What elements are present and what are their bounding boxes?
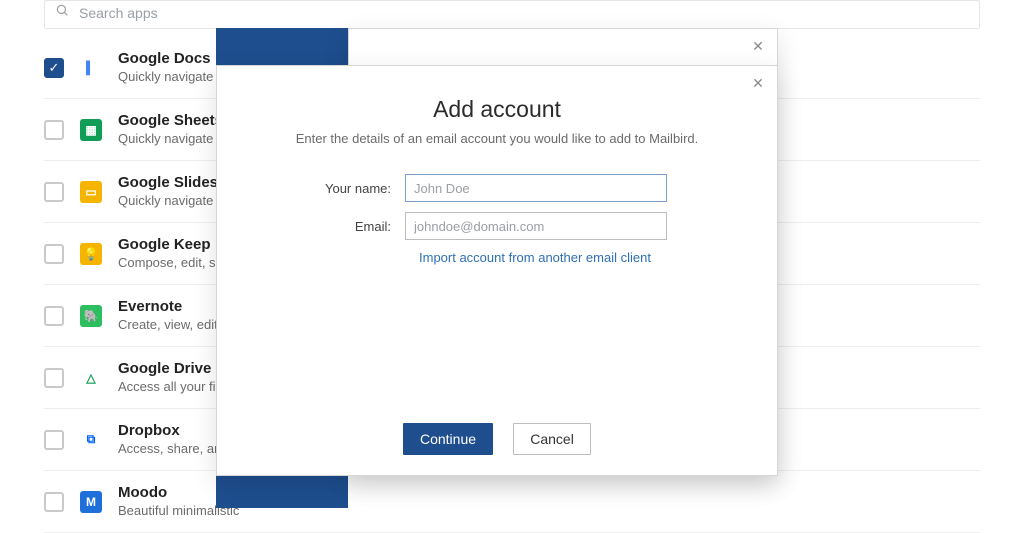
app-checkbox[interactable] <box>44 492 64 512</box>
app-checkbox[interactable] <box>44 244 64 264</box>
cancel-button[interactable]: Cancel <box>513 423 591 455</box>
import-account-link[interactable]: Import account from another email client <box>419 250 759 265</box>
search-bar[interactable] <box>44 0 980 29</box>
app-checkbox[interactable] <box>44 120 64 140</box>
add-account-dialog: ✕ Add account Enter the details of an em… <box>216 65 778 476</box>
email-label: Email: <box>235 219 405 234</box>
app-icon: 💡 <box>80 243 102 265</box>
add-account-form: Your name: Email: Import account from an… <box>235 174 759 265</box>
app-checkbox[interactable] <box>44 306 64 326</box>
dialog-title: Add account <box>235 96 759 123</box>
dialog-subtitle: Enter the details of an email account yo… <box>235 131 759 146</box>
app-icon: △ <box>80 367 102 389</box>
app-icon: 🐘 <box>80 305 102 327</box>
email-field[interactable] <box>405 212 667 240</box>
continue-button[interactable]: Continue <box>403 423 493 455</box>
close-icon[interactable]: ✕ <box>749 74 767 92</box>
name-label: Your name: <box>235 181 405 196</box>
search-input[interactable] <box>79 5 969 21</box>
app-icon: ▦ <box>80 119 102 141</box>
list-item: MMoodoBeautiful minimalistic <box>44 471 980 533</box>
app-icon: ▭ <box>80 181 102 203</box>
app-icon: ▍ <box>80 57 102 79</box>
app-checkbox[interactable] <box>44 368 64 388</box>
search-icon <box>55 3 69 22</box>
app-checkbox[interactable] <box>44 430 64 450</box>
close-icon[interactable]: ✕ <box>749 37 767 55</box>
app-icon: ⧉ <box>80 429 102 451</box>
app-checkbox[interactable] <box>44 58 64 78</box>
app-icon: M <box>80 491 102 513</box>
name-field[interactable] <box>405 174 667 202</box>
app-checkbox[interactable] <box>44 182 64 202</box>
